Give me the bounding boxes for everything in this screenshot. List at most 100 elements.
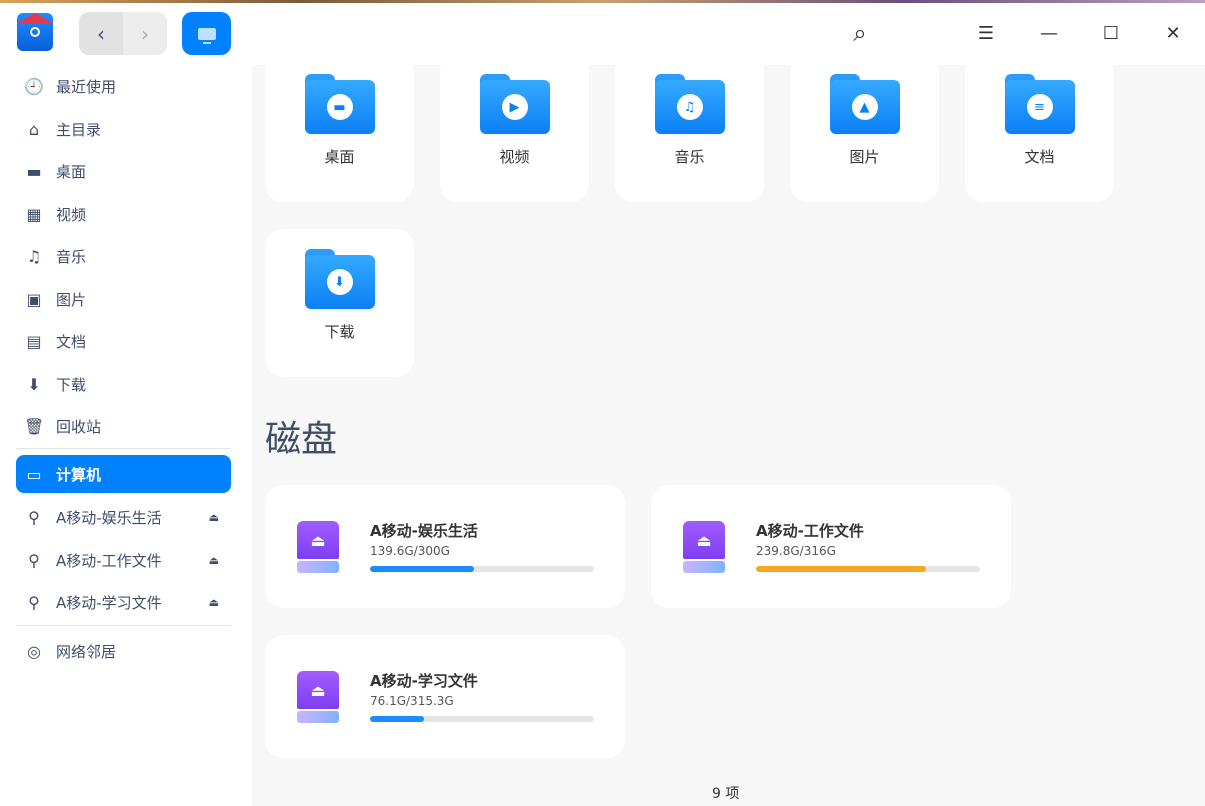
file-manager-icon: [17, 13, 53, 51]
sidebar-divider: [16, 448, 231, 449]
disk-name: A移动-工作文件: [756, 522, 864, 540]
sidebar-item-disk-study[interactable]: ⚲ A移动-学习文件 ⏏: [16, 583, 231, 621]
music-icon: ♫: [26, 246, 42, 266]
eject-glyph-icon: ⏏: [297, 521, 339, 559]
folder-card[interactable]: ▶ 视频: [440, 54, 589, 202]
sidebar-item-pictures[interactable]: ▣ 图片: [16, 280, 231, 318]
sidebar-item-label: 网络邻居: [56, 642, 117, 661]
folder-card[interactable]: ♫ 音乐: [615, 54, 764, 202]
disk-usage: 239.8G/316G: [756, 544, 836, 558]
sidebar-item-network[interactable]: ◎ 网络邻居: [16, 632, 231, 670]
disk-name: A移动-学习文件: [370, 672, 478, 690]
sidebar-item-music[interactable]: ♫ 音乐: [16, 237, 231, 275]
disk-usage: 76.1G/315.3G: [370, 694, 454, 708]
sidebar-item-disk-work[interactable]: ⚲ A移动-工作文件 ⏏: [16, 541, 231, 579]
disk-usage-bar: [370, 566, 594, 572]
folder-label: 文档: [1024, 148, 1055, 166]
folder-icon: ▲: [829, 74, 900, 134]
folder-card[interactable]: ⬇ 下载: [265, 229, 414, 377]
folder-card[interactable]: ▬ 桌面: [265, 54, 414, 202]
sidebar: 🕘 最近使用 ⌂ 主目录 ▬ 桌面 ▦ 视频 ♫ 音乐 ▣ 图片 ▤ 文档 ⬇ 下载 🗑 回收站 ▭ 计算机 ⚲ A移动-…: [0, 65, 252, 806]
forward-button[interactable]: ›: [123, 12, 167, 55]
folder-icon: ≡: [1004, 74, 1075, 134]
disk-card[interactable]: ⏏ A移动-学习文件 76.1G/315.3G: [265, 635, 625, 758]
folder-label: 音乐: [674, 148, 705, 166]
sidebar-item-label: 视频: [56, 205, 87, 224]
folder-label: 图片: [849, 148, 880, 166]
folder-icon: ♫: [654, 74, 725, 134]
maximize-icon[interactable]: ☐: [1096, 18, 1126, 48]
eject-icon[interactable]: ⏏: [209, 554, 219, 567]
folder-icon: ⬇: [304, 249, 375, 309]
sidebar-item-label: 主目录: [56, 120, 102, 139]
folder-card[interactable]: ▲ 图片: [790, 54, 939, 202]
videos-icon: ▦: [26, 204, 42, 224]
folder-glyph-icon: ⬇: [326, 269, 353, 295]
pictures-icon: ▣: [26, 289, 42, 309]
documents-icon: ▤: [26, 331, 42, 351]
sidebar-item-label: 文档: [56, 332, 87, 351]
folder-glyph-icon: ▶: [501, 94, 528, 120]
disk-usage: 139.6G/300G: [370, 544, 450, 558]
sidebar-item-desktop[interactable]: ▬ 桌面: [16, 152, 231, 190]
folder-label: 视频: [499, 148, 530, 166]
disks-heading: 磁盘: [265, 419, 338, 460]
folder-icon: ▬: [304, 74, 375, 134]
disk-study-icon: ⚲: [28, 592, 40, 612]
eject-icon[interactable]: ⏏: [209, 596, 219, 609]
folder-label: 下载: [324, 323, 355, 341]
disk-usage-fill: [370, 716, 424, 722]
disk-name: A移动-娱乐生活: [370, 522, 478, 540]
back-button[interactable]: ‹: [79, 12, 123, 55]
network-icon: ◎: [27, 641, 41, 661]
sidebar-item-videos[interactable]: ▦ 视频: [16, 195, 231, 233]
navigation-buttons: ‹ ›: [79, 12, 167, 55]
disk-card[interactable]: ⏏ A移动-娱乐生活 139.6G/300G: [265, 485, 625, 608]
sidebar-item-trash[interactable]: 🗑 回收站: [16, 407, 231, 445]
close-icon[interactable]: ✕: [1158, 18, 1188, 48]
computer-icon: ▭: [26, 464, 42, 484]
folder-glyph-icon: ▬: [326, 94, 353, 120]
sidebar-divider: [16, 625, 231, 626]
desktop-icon: ▬: [26, 161, 42, 181]
folder-glyph-icon: ▲: [851, 94, 878, 120]
sidebar-item-computer[interactable]: ▭ 计算机: [16, 455, 231, 493]
sidebar-item-label: 图片: [56, 290, 87, 309]
menu-icon[interactable]: ☰: [971, 18, 1001, 48]
disk-usage-fill: [756, 566, 927, 572]
trash-icon: 🗑: [24, 416, 45, 436]
sidebar-item-label: A移动-学习文件: [56, 593, 162, 612]
sidebar-item-recent[interactable]: 🕘 最近使用: [16, 67, 231, 105]
folder-glyph-icon: ♫: [676, 94, 703, 120]
disk-entertainment-icon: ⚲: [28, 507, 40, 527]
sidebar-item-label: 桌面: [56, 162, 87, 181]
sidebar-item-label: 下载: [56, 375, 87, 394]
downloads-icon: ⬇: [27, 374, 41, 394]
sidebar-item-documents[interactable]: ▤ 文档: [16, 322, 231, 360]
folder-card[interactable]: ≡ 文档: [965, 54, 1114, 202]
sidebar-item-label: A移动-工作文件: [56, 551, 162, 570]
sidebar-item-disk-entertainment[interactable]: ⚲ A移动-娱乐生活 ⏏: [16, 498, 231, 536]
titlebar: ‹ › ⌕ ☰ — ☐ ✕: [0, 3, 1205, 65]
search-icon[interactable]: ⌕: [845, 18, 875, 48]
removable-disk-icon: ⏏: [297, 521, 339, 573]
sidebar-item-label: A移动-娱乐生活: [56, 508, 162, 527]
disk-work-icon: ⚲: [28, 550, 40, 570]
eject-glyph-icon: ⏏: [683, 521, 725, 559]
eject-icon[interactable]: ⏏: [209, 511, 219, 524]
sidebar-item-label: 最近使用: [56, 77, 117, 96]
sidebar-item-home[interactable]: ⌂ 主目录: [16, 110, 231, 148]
eject-glyph-icon: ⏏: [297, 671, 339, 709]
disk-card[interactable]: ⏏ A移动-工作文件 239.8G/316G: [651, 485, 1011, 608]
disk-usage-bar: [756, 566, 980, 572]
removable-disk-icon: ⏏: [683, 521, 725, 573]
folder-icon: ▶: [479, 74, 550, 134]
disk-usage-bar: [370, 716, 594, 722]
computer-icon: [197, 27, 216, 44]
sidebar-item-downloads[interactable]: ⬇ 下载: [16, 365, 231, 403]
sidebar-item-label: 音乐: [56, 247, 87, 266]
computer-breadcrumb-button[interactable]: [182, 12, 231, 55]
sidebar-item-label: 计算机: [56, 465, 102, 484]
minimize-icon[interactable]: —: [1034, 18, 1064, 48]
removable-disk-icon: ⏏: [297, 671, 339, 723]
